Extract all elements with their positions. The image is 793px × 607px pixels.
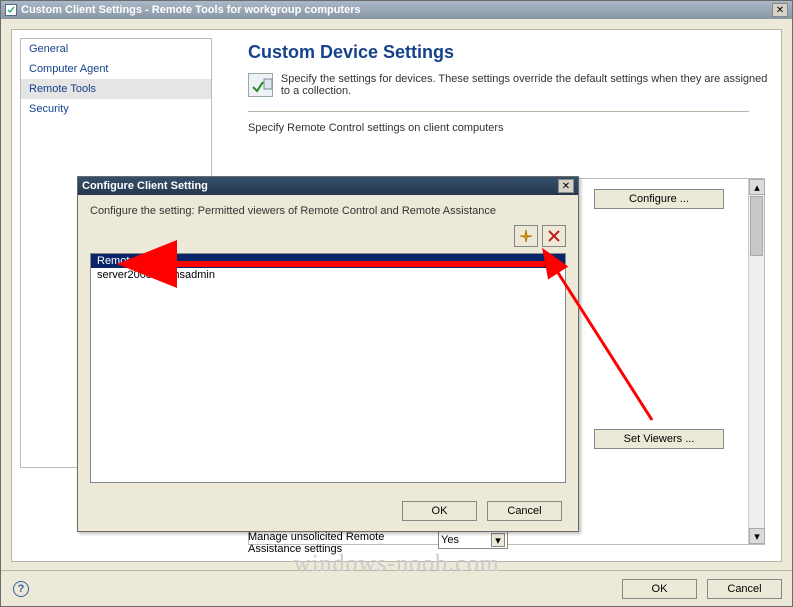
viewer-toolbar (78, 221, 578, 251)
sidebar-item-computer-agent[interactable]: Computer Agent (21, 59, 211, 79)
divider (248, 111, 749, 112)
close-button[interactable]: ✕ (772, 3, 788, 17)
inner-titlebar[interactable]: Configure Client Setting ✕ (78, 177, 578, 195)
section-label: Specify Remote Control settings on clien… (248, 122, 773, 134)
chevron-down-icon: ▾ (491, 533, 505, 547)
list-item[interactable]: server2008r2\smsadmin (91, 268, 565, 282)
starburst-icon (519, 229, 533, 243)
inner-ok-button[interactable]: OK (402, 501, 477, 521)
scroll-thumb[interactable] (750, 196, 763, 256)
page-title: Custom Device Settings (248, 42, 773, 63)
scroll-up-icon[interactable]: ▴ (749, 179, 765, 195)
permitted-viewers-list[interactable]: RemoteUser1 server2008r2\smsadmin (90, 253, 566, 483)
sidebar-item-security[interactable]: Security (21, 99, 211, 119)
help-button[interactable]: ? (13, 581, 29, 597)
delete-icon (548, 230, 560, 242)
dialog-footer: ? OK Cancel (1, 570, 792, 606)
scroll-down-icon[interactable]: ▾ (749, 528, 765, 544)
remove-viewer-button[interactable] (542, 225, 566, 247)
inner-close-button[interactable]: ✕ (558, 179, 574, 193)
titlebar[interactable]: Custom Client Settings - Remote Tools fo… (1, 1, 792, 19)
cancel-button[interactable]: Cancel (707, 579, 782, 599)
devices-icon (248, 73, 273, 97)
unsolicited-label: Manage unsolicited Remote Assistance set… (248, 531, 398, 555)
app-icon (5, 4, 17, 16)
page-description: Specify the settings for devices. These … (281, 73, 773, 97)
list-item[interactable]: RemoteUser1 (91, 254, 565, 268)
configure-button[interactable]: Configure ... (594, 189, 724, 209)
sidebar-item-remote-tools[interactable]: Remote Tools (21, 79, 211, 99)
unsolicited-dropdown[interactable]: Yes ▾ (438, 531, 508, 549)
configure-client-setting-dialog: Configure Client Setting ✕ Configure the… (77, 176, 579, 532)
add-viewer-button[interactable] (514, 225, 538, 247)
sidebar-item-general[interactable]: General (21, 39, 211, 59)
unsolicited-value: Yes (441, 534, 459, 546)
unsolicited-assistance-row: Manage unsolicited Remote Assistance set… (248, 531, 508, 555)
inner-window-title: Configure Client Setting (82, 180, 558, 192)
ok-button[interactable]: OK (622, 579, 697, 599)
vertical-scrollbar[interactable]: ▴ ▾ (748, 179, 764, 544)
window-title: Custom Client Settings - Remote Tools fo… (21, 4, 772, 16)
inner-cancel-button[interactable]: Cancel (487, 501, 562, 521)
inner-description: Configure the setting: Permitted viewers… (78, 195, 578, 221)
set-viewers-button[interactable]: Set Viewers ... (594, 429, 724, 449)
